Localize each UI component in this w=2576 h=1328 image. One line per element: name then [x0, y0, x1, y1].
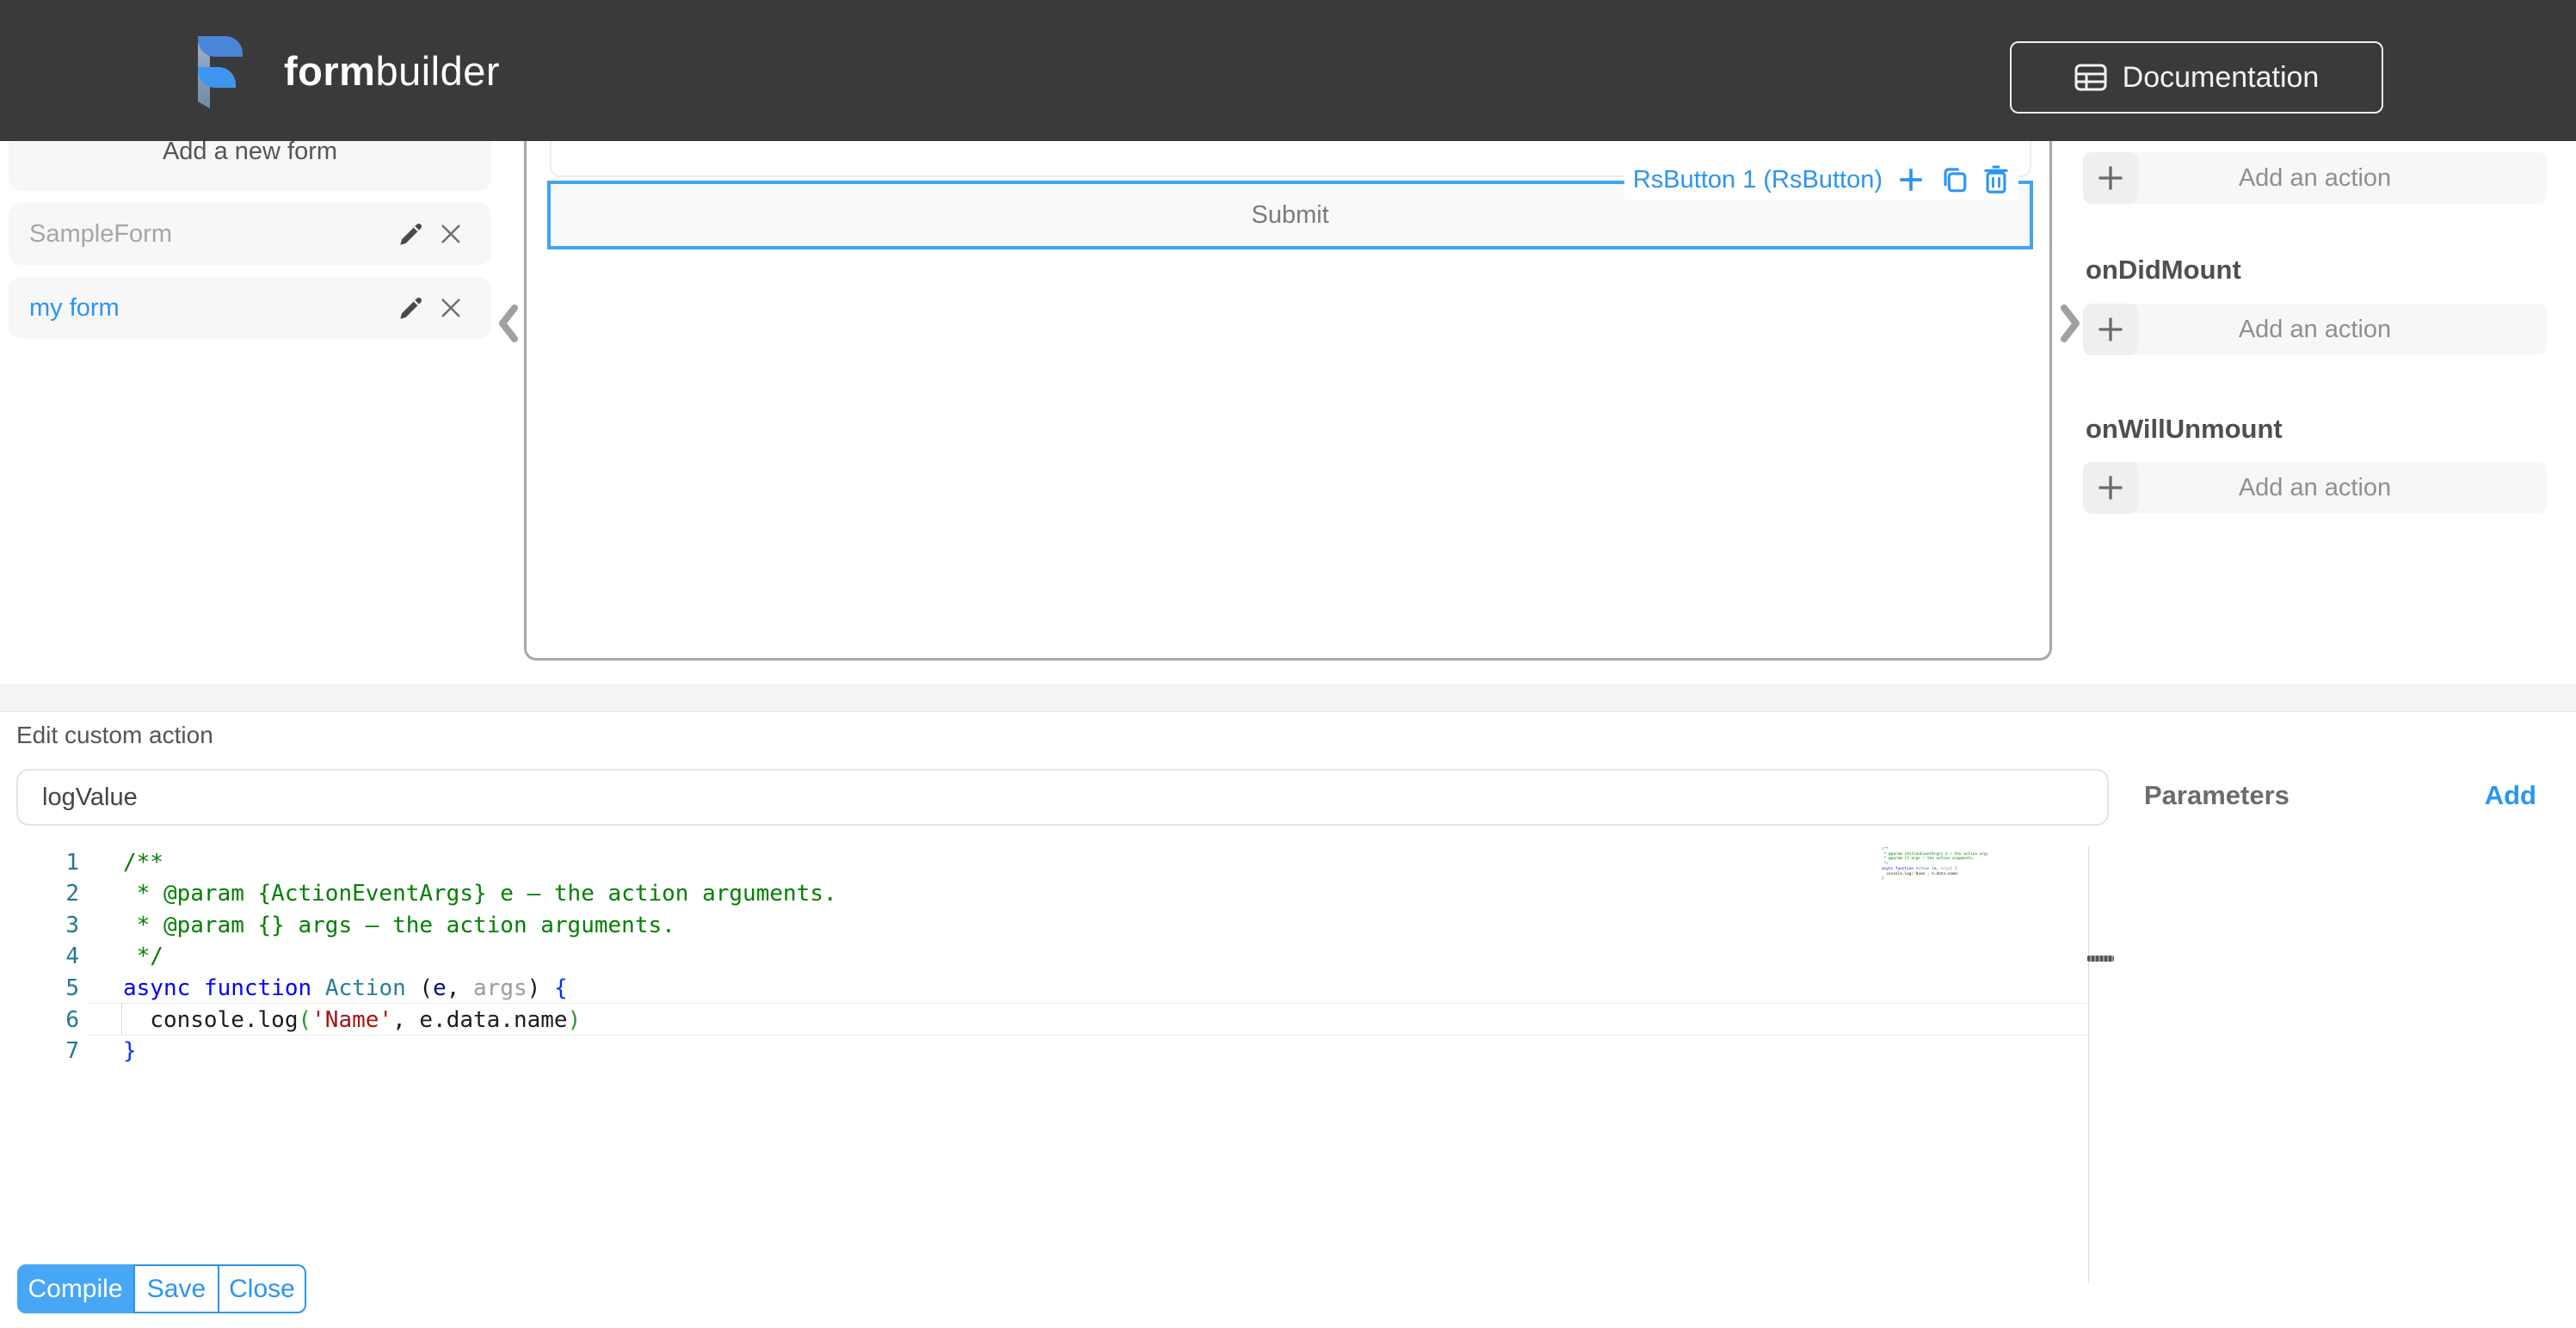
line-number: 4	[65, 944, 79, 970]
code-text: async function Action (e, args) {	[123, 974, 568, 1001]
add-action-row[interactable]: Add an action	[2083, 462, 2547, 513]
edit-form-button[interactable]	[391, 288, 431, 328]
code-line-4: 4 */	[0, 941, 2088, 973]
form-list-item-sampleform[interactable]: SampleForm	[9, 203, 491, 265]
formbuilder-app: form builder Documentation Add a new form…	[0, 0, 2576, 1328]
code-line-6: 6 console.log('Name', e.data.name)	[0, 1004, 2088, 1036]
edit-form-button[interactable]	[391, 214, 431, 254]
table-icon	[2074, 64, 2107, 91]
line-number: 2	[65, 881, 79, 907]
app-header: form builder Documentation	[0, 0, 2576, 141]
minimap-line: }	[1882, 876, 1884, 882]
documentation-label: Documentation	[2122, 60, 2320, 94]
action-name-input[interactable]	[16, 769, 2109, 826]
editor-footer-buttons: Compile Save Close	[17, 1264, 306, 1313]
collapse-sidebar-chevron[interactable]	[496, 303, 519, 344]
submit-button-label: Submit	[1251, 200, 1329, 229]
close-icon	[441, 298, 460, 317]
minimap-line: * @param {} args — the action arguments.	[1882, 857, 1975, 862]
form-list-item-my-form[interactable]: my form	[9, 277, 491, 339]
custom-action-editor-panel: Edit custom action Parameters Add 1 /**2 …	[0, 711, 2576, 1328]
add-widget-icon[interactable]	[1896, 165, 1926, 194]
code-editor[interactable]: 1/** 2 * @param {ActionEventArgs} e — the…	[0, 846, 2088, 1104]
add-parameter-link[interactable]: Add	[2485, 780, 2536, 811]
add-action-label: Add an action	[2238, 315, 2392, 343]
close-icon	[441, 224, 460, 243]
compile-button[interactable]: Compile	[17, 1264, 133, 1313]
editor-divider	[2088, 846, 2089, 1282]
code-line-3: 3 * @param {} args — the action argument…	[0, 909, 2088, 941]
code-line-5: 5 async function Action (e, args) {	[0, 972, 2088, 1004]
line-number: 3	[65, 912, 79, 938]
formbuilder-logo-icon	[198, 36, 243, 108]
form-name: my form	[29, 293, 120, 322]
delete-form-button[interactable]	[431, 214, 471, 254]
add-action-label: Add an action	[2238, 473, 2392, 501]
code-line-7: 7}	[0, 1036, 2088, 1067]
add-action-row[interactable]: Add an action	[2083, 304, 2547, 355]
code-text: * @param {} args — the action arguments.	[123, 912, 675, 938]
code-text: * @param {ActionEventArgs} e — the actio…	[123, 881, 837, 907]
pencil-icon	[400, 297, 422, 319]
selected-widget-label: RsButton 1 (RsButton)	[1632, 165, 1883, 194]
documentation-button[interactable]: Documentation	[2010, 41, 2383, 114]
panel-seam	[0, 684, 2576, 711]
add-action-row[interactable]: Add an action	[2083, 152, 2547, 204]
line-number: 5	[65, 974, 79, 1001]
event-heading-ondidmount: onDidMount	[2086, 255, 2241, 285]
code-text: */	[123, 944, 163, 970]
form-name: SampleForm	[29, 219, 172, 248]
duplicate-widget-icon[interactable]	[1939, 165, 1969, 194]
panel-resize-handle[interactable]	[2087, 956, 2114, 962]
add-new-form-label: Add a new form	[162, 137, 338, 165]
add-action-label: Add an action	[2238, 163, 2392, 192]
code-text: /**	[123, 849, 163, 876]
save-button[interactable]: Save	[133, 1264, 219, 1313]
editor-minimap[interactable]: /** * @param {ActionEventArgs} e — the a…	[1882, 847, 1987, 926]
delete-form-button[interactable]	[431, 288, 471, 328]
code-line-1: 1 /**	[0, 846, 2088, 878]
pencil-icon	[400, 223, 422, 245]
code-line-2: 2 * @param {ActionEventArgs} e — the act…	[0, 878, 2088, 910]
parameters-heading: Parameters	[2144, 780, 2289, 810]
close-button[interactable]: Close	[218, 1264, 306, 1313]
widget-selection-toolbar: RsButton 1 (RsButton)	[1624, 160, 2018, 200]
delete-widget-icon[interactable]	[1982, 165, 2010, 194]
line-number: 1	[65, 849, 79, 876]
line-number: 7	[65, 1038, 79, 1065]
brand-bold: form	[284, 47, 376, 94]
collapse-right-panel-chevron[interactable]	[2060, 303, 2082, 344]
code-text: }	[123, 1038, 137, 1065]
code-text: console.log('Name', e.data.name)	[123, 1006, 582, 1033]
brand-wordmark: form builder	[284, 0, 500, 141]
line-number: 6	[65, 1006, 79, 1033]
event-heading-onwillunmount: onWillUnmount	[2086, 414, 2283, 444]
edit-custom-action-title: Edit custom action	[16, 722, 213, 748]
brand-light: builder	[375, 47, 501, 94]
